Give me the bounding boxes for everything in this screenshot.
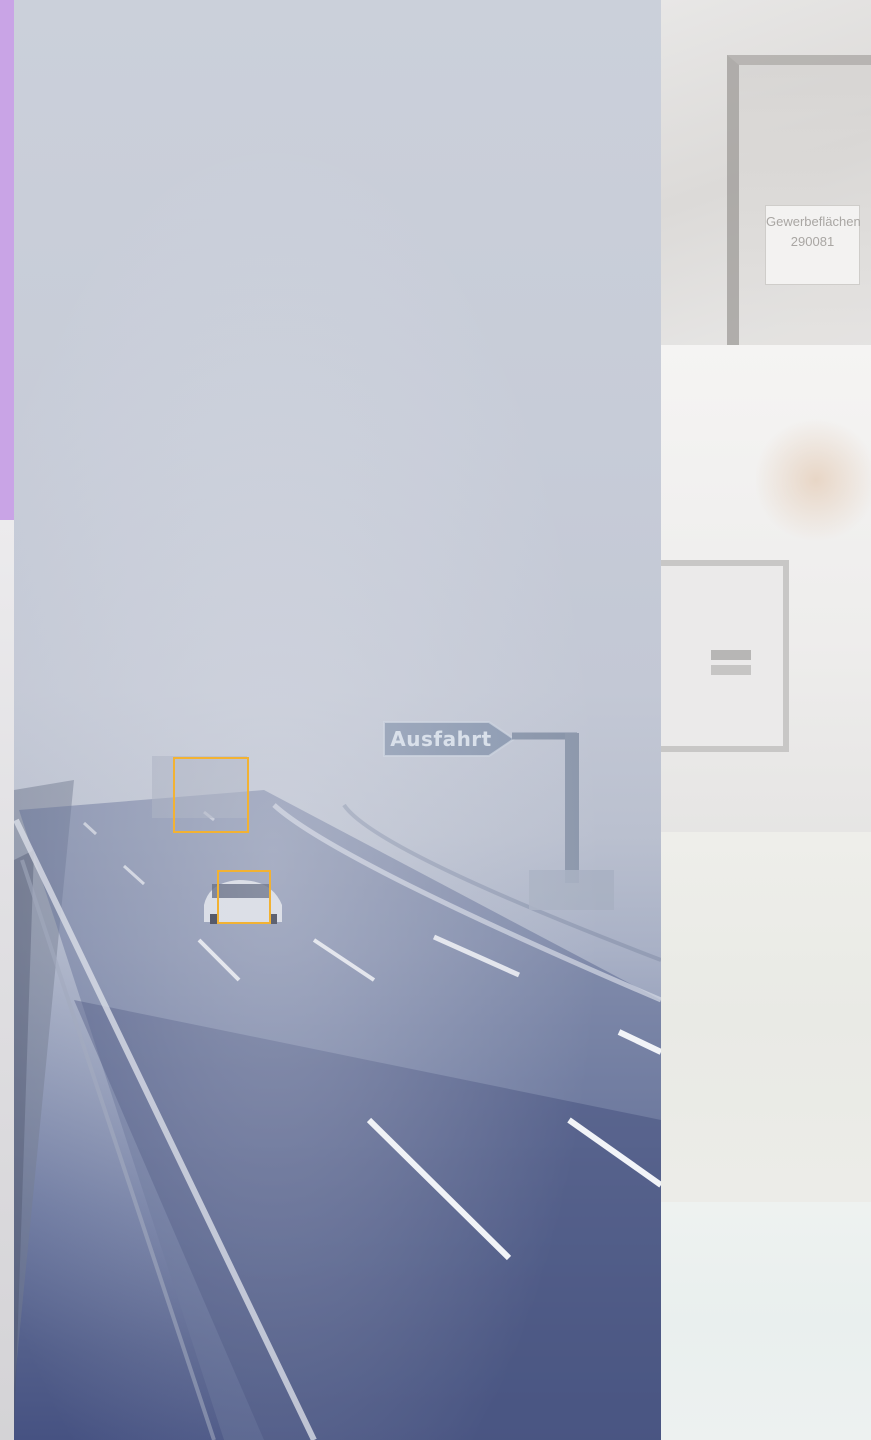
gallery-image-workstation: [661, 345, 871, 832]
screen-bar-b: [711, 665, 751, 675]
left-accent-strip: [0, 0, 14, 520]
gallery-image-sign-board: Gewerbeflächen 290081: [661, 0, 871, 345]
truck-detection-box: [173, 757, 249, 833]
sign-plate-line-1: Gewerbeflächen: [766, 214, 861, 229]
exit-sign-text: Ausfahrt: [390, 727, 492, 751]
sign-plate-line-2: 290081: [790, 234, 835, 249]
sign-plate: Gewerbeflächen 290081: [765, 205, 861, 285]
gallery-image-faded-4: [661, 1202, 871, 1440]
highway-illustration: [14, 721, 661, 1440]
screen-bar-a: [711, 650, 751, 660]
person-silhouette: [756, 415, 871, 545]
sign-frame: [727, 55, 871, 345]
gallery-image-faded-3: [661, 832, 871, 1202]
car-detection-box: [217, 870, 271, 924]
hero-image-foggy-highway: Ausfahrt: [14, 0, 661, 1440]
left-edge-strip: [0, 520, 14, 1440]
